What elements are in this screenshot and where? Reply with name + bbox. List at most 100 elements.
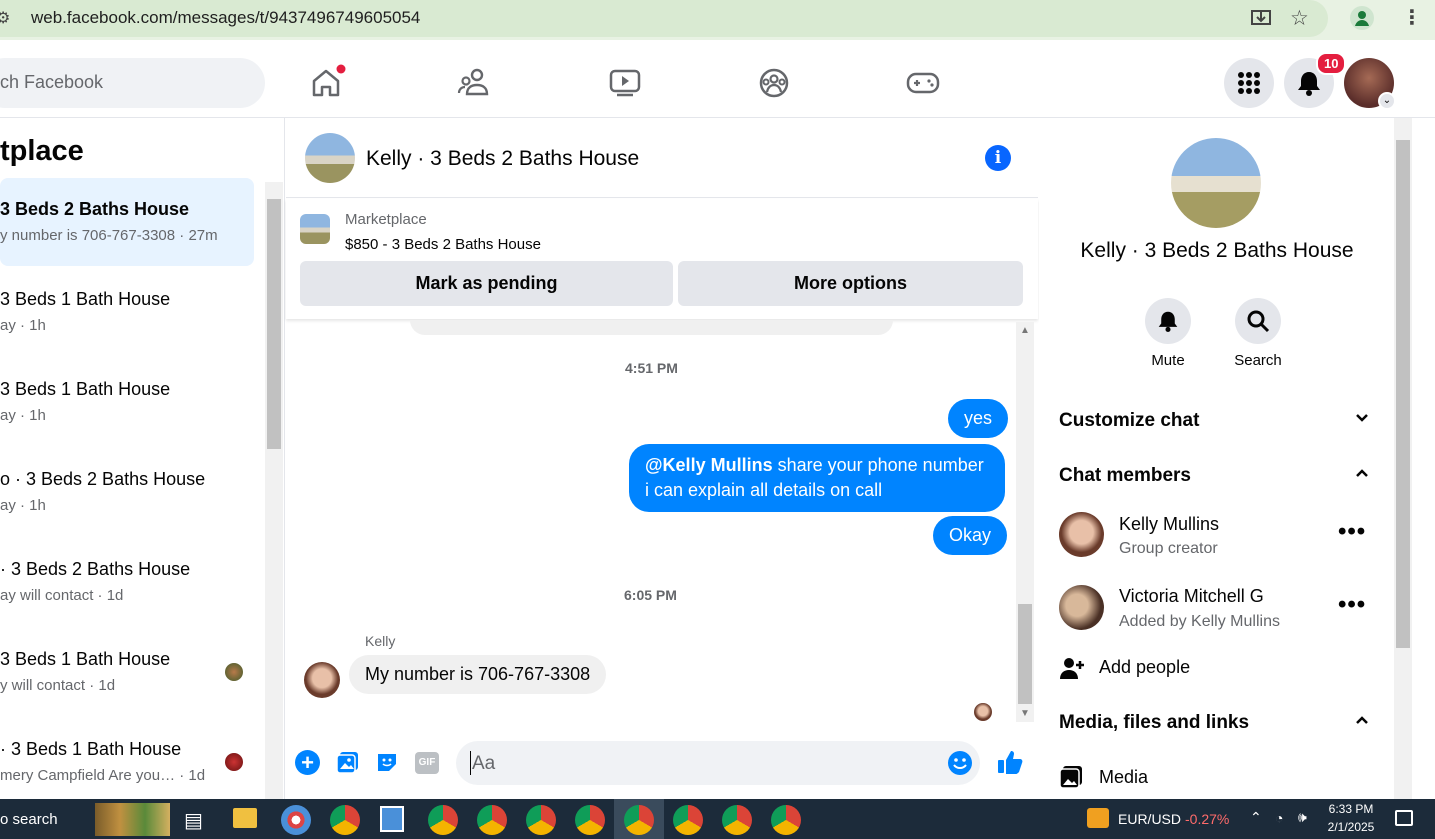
conversation-item[interactable]: 3 Beds 2 Baths House y number is 706-767… <box>0 178 254 266</box>
chat-members-header[interactable]: Chat members <box>1059 465 1191 487</box>
search-label: Search <box>1234 352 1282 369</box>
text-cursor <box>470 751 471 775</box>
chrome-icon[interactable] <box>771 805 801 835</box>
chevron-up-icon[interactable]: ⌃ <box>1250 809 1262 826</box>
scroll-down-icon[interactable]: ▼ <box>1020 708 1030 719</box>
sender-avatar[interactable] <box>304 662 340 698</box>
add-person-icon[interactable] <box>1059 655 1085 686</box>
conversation-item[interactable]: o · 3 Beds 2 Baths House ay · 1h <box>0 448 254 536</box>
install-icon[interactable] <box>1250 7 1272 34</box>
chrome-icon[interactable] <box>330 805 360 835</box>
conversation-preview: mery Campfield Are you… · 1d <box>0 767 206 784</box>
seen-avatar <box>225 753 243 771</box>
mark-pending-button[interactable]: Mark as pending <box>300 261 673 306</box>
conversation-item[interactable]: 3 Beds 1 Bath House ay · 1h <box>0 268 254 356</box>
chrome-icon[interactable] <box>428 805 458 835</box>
member-avatar[interactable] <box>1059 512 1104 557</box>
conversation-item[interactable]: · 3 Beds 2 Baths House ay will contact ·… <box>0 538 254 626</box>
site-settings-icon[interactable]: ⚙ <box>0 8 10 28</box>
ticker-symbol[interactable]: EUR/USD <box>1118 811 1181 827</box>
conversation-preview: ay · 1h <box>0 497 46 514</box>
home-icon[interactable] <box>306 63 346 103</box>
chrome-icon[interactable] <box>673 805 703 835</box>
customize-chat-header[interactable]: Customize chat <box>1059 410 1199 432</box>
bell-icon <box>1298 72 1320 96</box>
info-icon[interactable]: i <box>985 145 1011 171</box>
volume-icon[interactable]: 🕪 <box>1298 809 1307 826</box>
scrollbar-thumb[interactable] <box>267 199 281 449</box>
taskbar-search[interactable]: o search <box>0 811 58 828</box>
chrome-icon[interactable] <box>575 805 605 835</box>
wifi-icon[interactable]: ◔ <box>1275 810 1283 826</box>
chevron-up-icon[interactable] <box>1354 712 1370 733</box>
chrome-icon[interactable] <box>526 805 556 835</box>
message-text: i can explain all details on call <box>645 480 883 500</box>
chat-avatar[interactable] <box>305 133 355 183</box>
chrome-icon[interactable] <box>722 805 752 835</box>
search-in-chat-button[interactable] <box>1235 298 1281 344</box>
media-link[interactable]: Media <box>1099 767 1148 788</box>
conversation-item[interactable]: · 3 Beds 1 Bath House mery Campfield Are… <box>0 718 254 798</box>
chevron-up-icon[interactable] <box>1354 465 1370 486</box>
browser-menu-icon[interactable]: ⋮ <box>1402 5 1422 30</box>
chat-title[interactable]: Kelly · 3 Beds 2 Baths House <box>366 147 639 171</box>
scroll-up-icon[interactable]: ▲ <box>1020 325 1030 336</box>
emoji-icon[interactable] <box>947 750 973 781</box>
file-explorer-icon[interactable] <box>233 808 257 828</box>
outgoing-message[interactable]: @Kelly Mullins share your phone number i… <box>629 444 1005 512</box>
listing-title[interactable]: $850 - 3 Beds 2 Baths House <box>345 236 541 253</box>
conversation-title: o · 3 Beds 2 Baths House <box>0 469 206 489</box>
notepad-icon[interactable] <box>380 806 404 832</box>
scrollbar-thumb[interactable] <box>1018 604 1032 704</box>
outgoing-message[interactable]: Okay <box>933 516 1008 555</box>
friends-icon[interactable] <box>455 63 495 103</box>
coin-stack-icon <box>1087 808 1109 828</box>
notification-badge: 10 <box>1316 52 1347 75</box>
mute-button[interactable] <box>1145 298 1191 344</box>
bookmark-star-icon[interactable]: ☆ <box>1290 6 1309 31</box>
message-input[interactable] <box>456 741 980 785</box>
listing-thumbnail[interactable] <box>300 214 330 244</box>
more-icon[interactable]: ••• <box>1338 518 1366 546</box>
chrome-icon[interactable] <box>624 805 654 835</box>
gaming-icon[interactable] <box>903 63 943 103</box>
like-icon[interactable] <box>996 748 1024 781</box>
chevron-down-icon[interactable] <box>1354 410 1370 431</box>
outgoing-message[interactable]: yes <box>948 399 1009 438</box>
mention[interactable]: @Kelly Mullins <box>645 455 773 475</box>
more-icon[interactable]: ••• <box>1338 591 1366 619</box>
incoming-message[interactable]: My number is 706-767-3308 <box>349 655 607 694</box>
clock-time[interactable]: 6:33 PM <box>1325 802 1377 816</box>
gif-icon[interactable]: GIF <box>415 752 439 774</box>
taskbar-widget-icon[interactable] <box>95 803 170 836</box>
media-icon[interactable] <box>1059 765 1083 794</box>
watch-icon[interactable] <box>605 63 645 103</box>
plus-icon[interactable]: + <box>295 750 320 775</box>
paint-icon[interactable] <box>281 805 311 835</box>
member-avatar[interactable] <box>1059 585 1104 630</box>
photo-icon[interactable] <box>336 750 360 779</box>
task-view-icon[interactable]: ▤ <box>184 808 203 833</box>
previous-message-bubble <box>410 320 893 335</box>
chevron-down-icon[interactable]: ⌄ <box>1378 92 1396 110</box>
url-text[interactable]: web.facebook.com/messages/t/943749674960… <box>31 8 420 28</box>
add-people-button[interactable]: Add people <box>1099 657 1190 678</box>
conversation-item[interactable]: 3 Beds 1 Bath House ay · 1h <box>0 358 254 446</box>
conversation-item[interactable]: 3 Beds 1 Bath House y will contact · 1d <box>0 628 254 716</box>
grid-icon <box>1238 72 1260 94</box>
chat-details-avatar[interactable] <box>1171 138 1261 228</box>
groups-icon[interactable] <box>754 63 794 103</box>
scrollbar-thumb[interactable] <box>1396 140 1410 648</box>
member-name[interactable]: Kelly Mullins <box>1119 514 1219 535</box>
mute-label: Mute <box>1151 352 1185 369</box>
clock-date[interactable]: 2/1/2025 <box>1325 820 1377 834</box>
sticker-icon[interactable] <box>375 750 399 779</box>
menu-grid-button[interactable] <box>1224 58 1274 108</box>
member-name[interactable]: Victoria Mitchell G <box>1119 586 1264 607</box>
more-options-button[interactable]: More options <box>678 261 1023 306</box>
media-files-header[interactable]: Media, files and links <box>1059 712 1249 734</box>
notification-center-icon[interactable] <box>1395 810 1413 826</box>
profile-icon[interactable] <box>1350 6 1374 30</box>
listing-source: Marketplace <box>345 211 427 228</box>
chrome-icon[interactable] <box>477 805 507 835</box>
